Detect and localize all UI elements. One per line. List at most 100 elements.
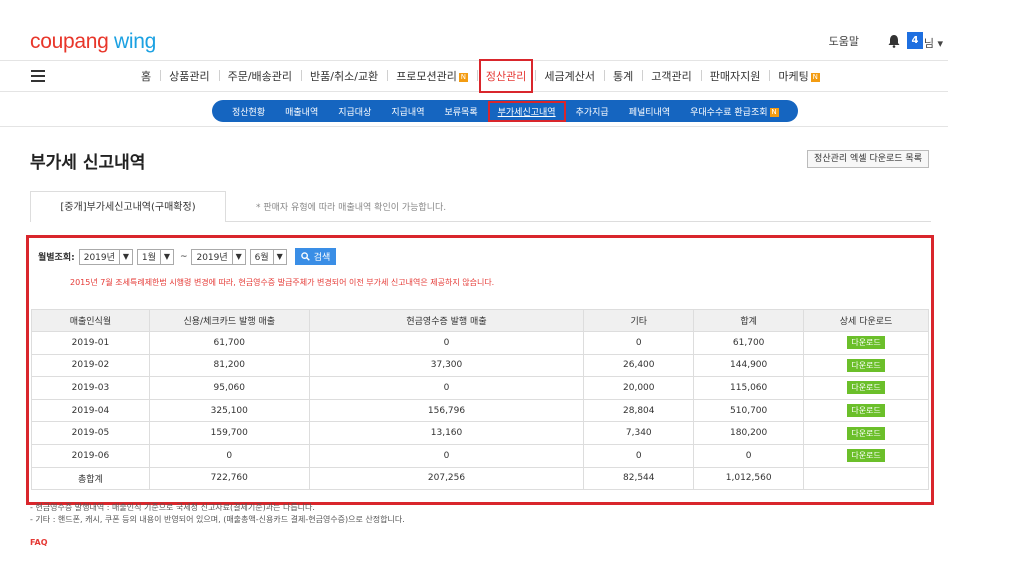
excel-download-list-button[interactable]: 정산관리 엑셀 다운로드 목록 xyxy=(807,150,929,168)
search-button[interactable]: 검색 xyxy=(294,248,337,265)
download-button[interactable]: 다운로드 xyxy=(847,426,885,440)
cell-cash: 207,256 xyxy=(308,466,585,491)
logo-text-coupang: coupang xyxy=(30,30,109,53)
new-badge: N xyxy=(458,72,468,82)
nav-item[interactable]: 마케팅 N xyxy=(769,68,828,84)
table-header-row: 매출인식월 신용/체크카드 발행 매출 현금영수증 발행 매출 기타 합계 상세 다운로드 xyxy=(31,309,929,332)
cell-total: 180,200 xyxy=(693,421,805,445)
user-menu[interactable]: 님 ▾ xyxy=(924,35,943,51)
subnav-item-label: 지급대상 xyxy=(338,107,372,118)
cell-month: 2019-05 xyxy=(31,421,150,445)
nav-item-label: 홈 xyxy=(141,70,152,83)
column-header: 매출인식월 xyxy=(31,309,150,332)
subnav-item-label: 추가지급 xyxy=(575,107,609,118)
download-button[interactable]: 다운로드 xyxy=(847,381,885,395)
from-year-select[interactable]: 2019년 ▼ xyxy=(78,248,133,265)
nav-item[interactable]: 고객관리 xyxy=(642,68,700,84)
summary-row: 총합계 722,760 207,256 82,544 1,012,560 xyxy=(31,466,929,491)
cell-card: 95,060 xyxy=(148,376,310,400)
column-header: 기타 xyxy=(583,309,695,332)
coupang-wing-logo[interactable]: coupang wing xyxy=(30,30,156,54)
cell-cash: 156,796 xyxy=(308,398,585,423)
to-year-select[interactable]: 2019년 ▼ xyxy=(191,248,246,265)
tab-divider xyxy=(226,221,931,222)
nav-item-label: 상품관리 xyxy=(169,70,210,83)
bell-icon[interactable] xyxy=(887,34,901,48)
table-row: 2019-03 95,060 0 20,000 115,060 다운로드 xyxy=(31,376,929,400)
nav-item[interactable]: 정산관리 xyxy=(476,59,535,93)
nav-item[interactable]: 홈 xyxy=(132,68,160,84)
cell-card: 0 xyxy=(148,443,310,468)
nav-item[interactable]: 판매자지원 xyxy=(700,68,770,84)
new-badge: N xyxy=(810,72,820,82)
subnav-item[interactable]: 페널티내역 xyxy=(619,105,680,118)
cell-total: 0 xyxy=(693,443,805,468)
nav-item[interactable]: 상품관리 xyxy=(160,68,218,84)
cell-month: 2019-03 xyxy=(31,376,150,400)
from-month-value: 1월 xyxy=(141,253,156,263)
cell-download: 다운로드 xyxy=(803,443,929,468)
cell-cash: 0 xyxy=(308,376,585,400)
nav-item-label: 주문/배송관리 xyxy=(227,70,293,83)
nav-item-label: 마케팅 xyxy=(778,70,809,83)
to-month-select[interactable]: 6월 ▼ xyxy=(249,248,287,265)
chevron-down-icon: ▼ xyxy=(159,249,173,264)
subnav-item[interactable]: 지급대상 xyxy=(328,105,381,118)
nav-item-label: 세금계산서 xyxy=(544,70,596,83)
global-nav-items: 홈 상품관리 주문/배송관리 반품/취소/교환 프로모션관리 N 정산관리 세금계산서 통계 고객… xyxy=(132,59,829,93)
filter-label: 월별조회: xyxy=(38,253,75,263)
tab-vat-report-brokerage[interactable]: [중개]부가세신고내역(구매확정) xyxy=(30,191,226,222)
table-row: 2019-01 61,700 0 0 61,700 다운로드 xyxy=(31,331,929,355)
nav-item[interactable]: 반품/취소/교환 xyxy=(301,68,387,84)
cell-month: 2019-06 xyxy=(31,443,150,468)
to-month-value: 6월 xyxy=(254,253,269,263)
summary-label: 총합계 xyxy=(31,466,150,491)
monthly-filter: 월별조회: 2019년 ▼ 1월 ▼ ~ 2019년 ▼ 6월 ▼ 검색 xyxy=(38,248,337,265)
cell-download: 다운로드 xyxy=(803,398,929,423)
column-header: 신용/체크카드 발행 매출 xyxy=(148,309,310,332)
faq-link[interactable]: FAQ xyxy=(30,538,48,547)
download-button[interactable]: 다운로드 xyxy=(847,404,885,418)
cell-cash: 0 xyxy=(308,443,585,468)
subnav-item-label: 지급내역 xyxy=(391,107,425,118)
cell-etc: 28,804 xyxy=(583,398,695,423)
download-button[interactable]: 다운로드 xyxy=(847,449,885,463)
table-body: 2019-01 61,700 0 0 61,700 다운로드 2019-02 81,200 37… xyxy=(31,331,929,491)
subnav-item[interactable]: 정산현황 xyxy=(222,105,275,118)
column-header: 현금영수증 발행 매출 xyxy=(308,309,585,332)
cell-etc: 0 xyxy=(583,331,695,355)
nav-item[interactable]: 프로모션관리 N xyxy=(387,68,477,84)
subnav-item-label: 보류목록 xyxy=(444,107,478,118)
search-button-label: 검색 xyxy=(313,253,331,263)
nav-item-label: 프로모션관리 xyxy=(396,70,457,83)
subnav-item[interactable]: 부가세신고내역 xyxy=(487,100,566,122)
tab-note: * 판매자 유형에 따라 매출내역 확인이 가능합니다. xyxy=(256,203,447,213)
cell-month: 2019-01 xyxy=(31,331,150,355)
subnav-item[interactable]: 우대수수료 환급조회 N xyxy=(680,105,788,118)
subnav-item[interactable]: 매출내역 xyxy=(275,105,328,118)
active-highlight-box xyxy=(478,59,534,93)
nav-item[interactable]: 주문/배송관리 xyxy=(218,68,301,84)
subnav-item[interactable]: 지급내역 xyxy=(381,105,434,118)
download-button[interactable]: 다운로드 xyxy=(847,358,885,372)
cell-download: 다운로드 xyxy=(803,353,929,378)
cell-card: 81,200 xyxy=(148,353,310,378)
nav-item[interactable]: 세금계산서 xyxy=(535,68,604,84)
subnav-item-label: 매출내역 xyxy=(285,107,319,118)
from-month-select[interactable]: 1월 ▼ xyxy=(136,248,174,265)
nav-item-label: 판매자지원 xyxy=(709,70,761,83)
help-link[interactable]: 도움말 xyxy=(829,33,859,49)
cell-card: 159,700 xyxy=(148,421,310,445)
subnav-item[interactable]: 추가지급 xyxy=(566,105,619,118)
chevron-down-icon: ▼ xyxy=(272,249,286,264)
footnote-etc: - 기타 : 핸드폰, 캐시, 쿠폰 등의 내용이 반영되어 있으며, (매출총… xyxy=(30,515,405,524)
nav-item[interactable]: 통계 xyxy=(604,68,642,84)
cell-cash: 0 xyxy=(308,331,585,355)
download-button[interactable]: 다운로드 xyxy=(847,336,885,350)
cell-download: 다운로드 xyxy=(803,421,929,445)
cell-download-empty xyxy=(803,466,929,491)
subnav-item[interactable]: 보류목록 xyxy=(435,105,488,118)
table-row: 2019-06 0 0 0 0 다운로드 xyxy=(31,443,929,468)
hamburger-menu-icon[interactable] xyxy=(31,70,45,82)
notification-count-badge[interactable]: 4 xyxy=(907,32,923,49)
